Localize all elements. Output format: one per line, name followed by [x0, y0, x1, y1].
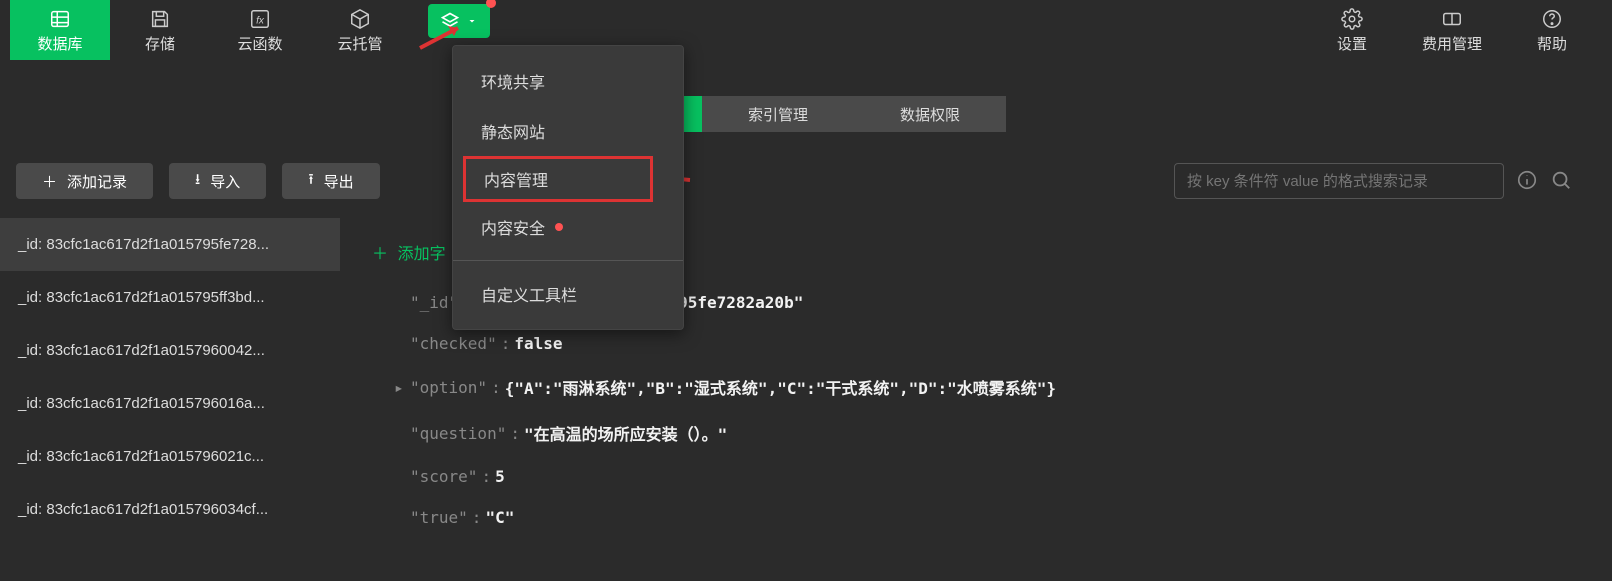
json-sep: : — [491, 378, 501, 397]
svg-text:fx: fx — [256, 15, 265, 26]
plus-icon: ＋ — [372, 244, 388, 263]
topbar-button-storage[interactable]: 存储 — [110, 0, 210, 60]
topbar-button-cloud-host[interactable]: 云托管 — [310, 0, 410, 60]
search-icon[interactable] — [1550, 169, 1572, 194]
menu-item-content-mgmt[interactable]: 内容管理 — [463, 156, 653, 202]
topbar-label: 存储 — [145, 33, 175, 54]
plus-icon: ＋ — [42, 171, 57, 192]
button-label: 导出 — [324, 171, 354, 192]
record-item[interactable]: _id: 83cfc1ac617d2f1a015796034cf... — [0, 483, 340, 536]
topbar-label: 云函数 — [237, 33, 282, 54]
fx-icon: fx — [249, 7, 271, 31]
button-label: 导入 — [210, 171, 240, 192]
json-line[interactable]: "true" : "C" — [372, 497, 1592, 538]
record-item[interactable]: _id: 83cfc1ac617d2f1a015795ff3bd... — [0, 271, 340, 324]
topbar-button-database[interactable]: 数据库 — [10, 0, 110, 60]
json-val: "C" — [485, 508, 514, 527]
record-item[interactable]: _id: 83cfc1ac617d2f1a0157960042... — [0, 324, 340, 377]
info-icon[interactable] — [1516, 169, 1538, 194]
download-icon: ⭳ — [195, 169, 200, 194]
json-key: "_id" — [410, 293, 458, 312]
tools-dropdown-menu: 环境共享 静态网站 内容管理 内容安全 自定义工具栏 — [452, 45, 684, 330]
billing-icon — [1441, 7, 1463, 31]
json-val: "在高温的场所应安装（）。" — [524, 421, 727, 445]
help-icon — [1541, 7, 1563, 31]
notification-dot — [486, 0, 496, 8]
upload-icon: ⭱ — [308, 169, 313, 194]
actions-row: ＋ 添加记录 ⭳ 导入 ⭱ 导出 — [16, 163, 380, 199]
topbar-label: 费用管理 — [1422, 33, 1482, 54]
topbar-label: 数据库 — [37, 33, 82, 54]
topbar-label: 设置 — [1337, 33, 1367, 54]
menu-item-env-share[interactable]: 环境共享 — [453, 56, 683, 106]
tab-index-mgmt[interactable]: 索引管理 — [702, 96, 854, 132]
tab-data-perm[interactable]: 数据权限 — [854, 96, 1006, 132]
json-sep: : — [481, 467, 491, 486]
json-sep: : — [501, 334, 511, 353]
json-val: 5 — [495, 467, 505, 486]
save-icon — [149, 7, 171, 31]
topbar-left: 数据库 存储 fx 云函数 云托管 — [10, 0, 490, 60]
json-key: "checked" — [410, 334, 497, 353]
menu-item-custom-toolbar[interactable]: 自定义工具栏 — [453, 269, 683, 319]
add-record-button[interactable]: ＋ 添加记录 — [16, 163, 153, 199]
json-key: "score" — [410, 467, 477, 486]
menu-separator — [453, 260, 683, 261]
topbar-label: 云托管 — [337, 33, 382, 54]
topbar-button-settings[interactable]: 设置 — [1302, 0, 1402, 60]
topbar-button-cloud-fn[interactable]: fx 云函数 — [210, 0, 310, 60]
json-key: "true" — [410, 508, 468, 527]
more-tools-dropdown[interactable] — [428, 4, 490, 38]
menu-item-content-safety[interactable]: 内容安全 — [453, 202, 683, 252]
topbar-right: 设置 费用管理 帮助 — [1302, 0, 1602, 60]
topbar: 数据库 存储 fx 云函数 云托管 — [0, 0, 1612, 60]
button-label: 添加记录 — [67, 171, 127, 192]
json-line[interactable]: "score" : 5 — [372, 456, 1592, 497]
notification-dot — [555, 223, 563, 231]
cube-icon — [349, 7, 371, 31]
menu-item-static-site[interactable]: 静态网站 — [453, 106, 683, 156]
json-key: "option" — [410, 378, 487, 397]
json-sep: : — [510, 424, 520, 443]
gear-icon — [1341, 7, 1363, 31]
record-item[interactable]: _id: 83cfc1ac617d2f1a015796021c... — [0, 430, 340, 483]
json-line[interactable]: ▸ "option" : {"A":"雨淋系统","B":"湿式系统","C":… — [372, 364, 1592, 410]
json-val: {"A":"雨淋系统","B":"湿式系统","C":"干式系统","D":"水… — [505, 375, 1056, 399]
chevron-down-icon — [466, 15, 478, 27]
records-list: _id: 83cfc1ac617d2f1a015795fe728... _id:… — [0, 218, 340, 536]
search-wrap — [1174, 163, 1572, 199]
search-input[interactable] — [1174, 163, 1504, 199]
layers-icon — [440, 11, 460, 31]
json-line[interactable]: "question" : "在高温的场所应安装（）。" — [372, 410, 1592, 456]
json-key: "question" — [410, 424, 506, 443]
topbar-button-help[interactable]: 帮助 — [1502, 0, 1602, 60]
expand-caret-icon[interactable]: ▸ — [394, 378, 404, 397]
export-button[interactable]: ⭱ 导出 — [282, 163, 379, 199]
record-item[interactable]: _id: 83cfc1ac617d2f1a015796016a... — [0, 377, 340, 430]
menu-item-label: 内容安全 — [481, 215, 545, 239]
active-tab-indicator — [684, 96, 702, 132]
add-field-label: 添加字 — [398, 244, 446, 263]
import-button[interactable]: ⭳ 导入 — [169, 163, 266, 199]
database-icon — [49, 7, 71, 31]
record-item[interactable]: _id: 83cfc1ac617d2f1a015795fe728... — [0, 218, 340, 271]
json-val: false — [514, 334, 562, 353]
topbar-button-billing[interactable]: 费用管理 — [1402, 0, 1502, 60]
tabs-row: 索引管理 数据权限 — [684, 96, 1006, 132]
json-sep: : — [472, 508, 482, 527]
topbar-label: 帮助 — [1537, 33, 1567, 54]
